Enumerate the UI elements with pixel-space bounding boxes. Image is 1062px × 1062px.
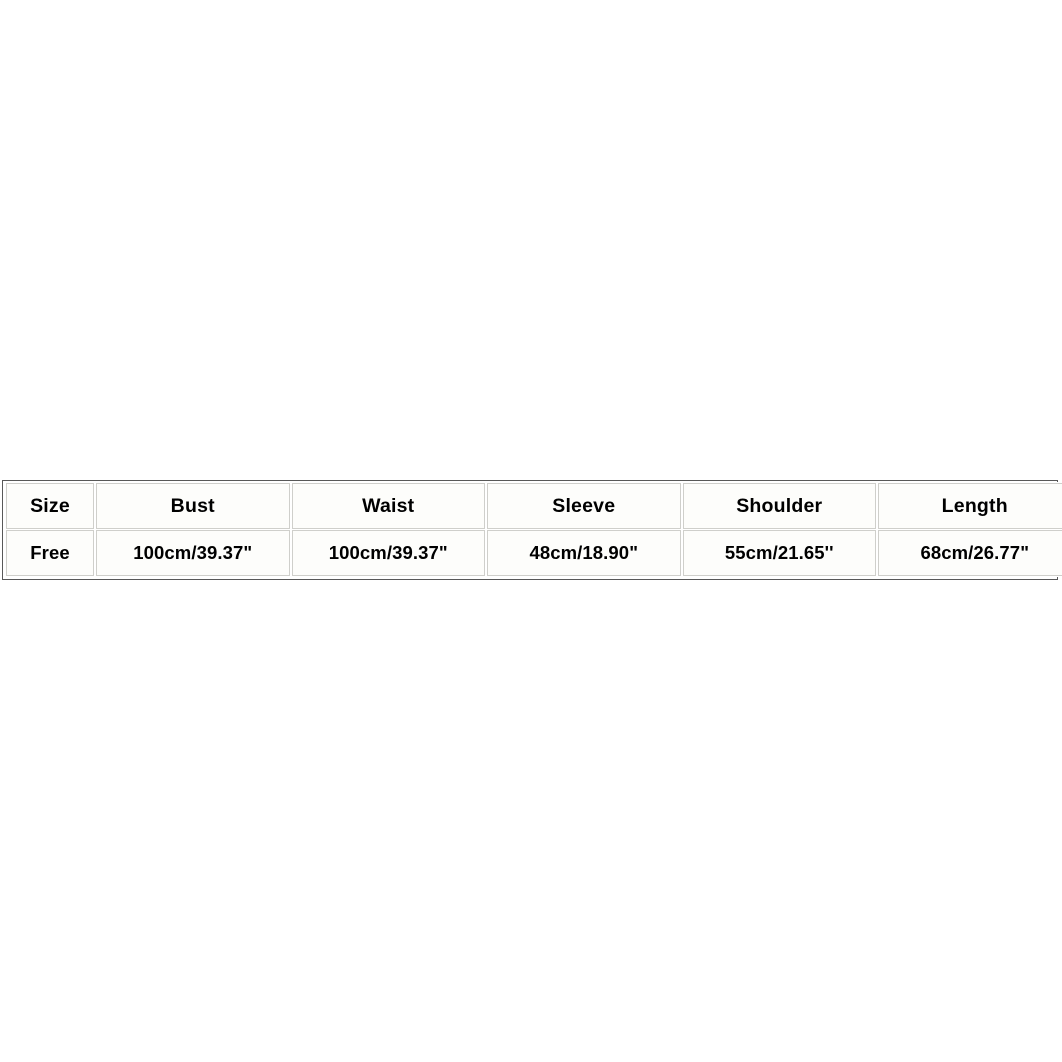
cell-size-value: Free [6,530,94,576]
column-header-shoulder: Shoulder [682,483,876,529]
table-row: Free 100cm/39.37" 100cm/39.37" 48cm/18.9… [6,530,1062,576]
column-header-bust: Bust [96,483,290,529]
column-header-waist: Waist [291,483,485,529]
table-header-row: Size Bust Waist Sleeve Shoulder Length [6,483,1062,529]
cell-waist-value: 100cm/39.37" [291,530,485,576]
size-chart-container: Size Bust Waist Sleeve Shoulder Length F… [2,480,1062,580]
column-header-size: Size [6,483,94,529]
cell-shoulder-value: 55cm/21.65'' [682,530,876,576]
cell-length-value: 68cm/26.77" [878,530,1062,576]
cell-bust-value: 100cm/39.37" [96,530,290,576]
cell-sleeve-value: 48cm/18.90" [487,530,681,576]
size-chart-table: Size Bust Waist Sleeve Shoulder Length F… [4,482,1062,577]
column-header-sleeve: Sleeve [487,483,681,529]
column-header-length: Length [878,483,1062,529]
